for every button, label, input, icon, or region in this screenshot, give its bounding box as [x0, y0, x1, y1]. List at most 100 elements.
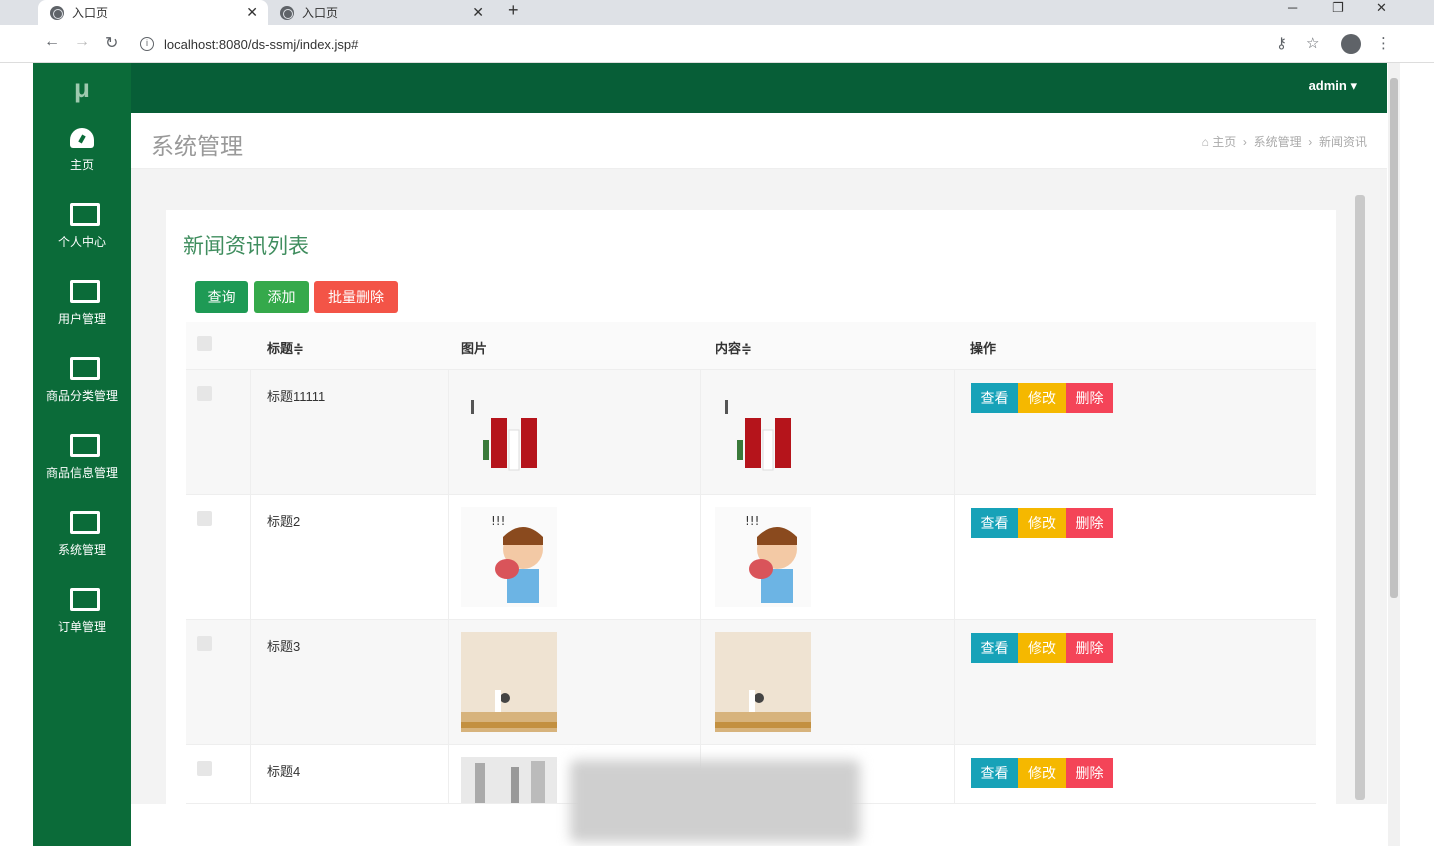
delete-button[interactable]: 删除	[1066, 508, 1113, 538]
star-icon[interactable]: ☆	[1306, 34, 1319, 52]
edit-button[interactable]: 修改	[1018, 508, 1066, 538]
delete-button[interactable]: 删除	[1066, 758, 1113, 788]
monitor-icon	[69, 510, 100, 536]
edit-button[interactable]: 修改	[1018, 758, 1066, 788]
delete-button[interactable]: 删除	[1066, 383, 1113, 413]
row-checkbox[interactable]	[197, 511, 212, 526]
add-button[interactable]: 添加	[254, 281, 309, 313]
menu-icon[interactable]: ⋮	[1376, 34, 1391, 52]
row-title: 标题2	[267, 514, 301, 529]
row-checkbox[interactable]	[197, 761, 212, 776]
monitor-icon	[69, 279, 100, 305]
view-button[interactable]: 查看	[971, 633, 1018, 663]
sidebar-item-products[interactable]: 商品信息管理	[33, 433, 131, 503]
breadcrumb-item: 新闻资讯	[1318, 135, 1367, 149]
select-all-checkbox[interactable]	[197, 336, 212, 351]
info-icon[interactable]: i	[140, 37, 154, 51]
new-tab-button[interactable]: +	[508, 0, 519, 21]
breadcrumb-item[interactable]: 系统管理	[1254, 135, 1302, 149]
breadcrumb: ⌂ 主页 › 系统管理 › 新闻资讯	[1202, 133, 1367, 150]
news-content-image-room	[715, 632, 811, 732]
browser-tab-bar: 入口页 ✕ 入口页 ✕ + ─ ❐ ✕	[0, 0, 1434, 25]
table-row: 标题2 !!! !!! 查看 修改 删除	[186, 495, 1316, 620]
address-bar-row: ← → ↻ i localhost:8080/ds-ssmj/index.jsp…	[0, 25, 1434, 63]
monitor-icon	[69, 587, 100, 613]
tab-title: 入口页	[72, 6, 109, 20]
sidebar-item-orders[interactable]: 订单管理	[33, 587, 131, 657]
row-title: 标题11111	[267, 389, 326, 404]
blurred-overlay	[570, 760, 860, 842]
table-header: 标题≑ 图片 内容≑ 操作	[186, 322, 1316, 370]
browser-tab-2[interactable]: 入口页 ✕	[268, 0, 494, 25]
key-icon[interactable]: ⚷	[1276, 34, 1287, 52]
row-title: 标题3	[267, 639, 301, 654]
back-icon[interactable]: ←	[44, 33, 60, 51]
sidebar-item-label: 个人中心	[57, 235, 106, 249]
column-header-actions: 操作	[970, 341, 997, 356]
column-header-title[interactable]: 标题≑	[267, 338, 304, 357]
page-scrollbar-thumb[interactable]	[1390, 78, 1398, 598]
close-icon[interactable]: ✕	[472, 4, 484, 21]
reload-icon[interactable]: ↻	[105, 33, 118, 53]
view-button[interactable]: 查看	[971, 758, 1018, 788]
news-image-room	[461, 632, 557, 732]
close-icon[interactable]: ✕	[246, 4, 258, 21]
news-content-image-cartoon: !!!	[715, 507, 811, 607]
sidebar-item-categories[interactable]: 商品分类管理	[33, 356, 131, 426]
restore-button[interactable]: ❐	[1332, 0, 1344, 16]
sidebar-item-label: 主页	[69, 158, 94, 172]
browser-tab-1[interactable]: 入口页 ✕	[38, 0, 268, 25]
page-header: 系统管理 ⌂ 主页 › 系统管理 › 新闻资讯	[131, 113, 1387, 169]
top-navbar: admin ▾	[131, 63, 1387, 113]
news-content-image-chairs	[715, 390, 811, 490]
edit-button[interactable]: 修改	[1018, 383, 1066, 413]
page-title: 系统管理	[151, 133, 243, 159]
svg-text:!!!: !!!	[745, 514, 759, 528]
breadcrumb-item[interactable]: 主页	[1212, 135, 1236, 149]
close-window-button[interactable]: ✕	[1376, 0, 1387, 16]
delete-button[interactable]: 删除	[1066, 633, 1113, 663]
sidebar-item-label: 商品分类管理	[45, 389, 118, 403]
view-button[interactable]: 查看	[971, 508, 1018, 538]
sidebar-item-label: 订单管理	[57, 620, 106, 634]
batch-delete-button[interactable]: 批量删除	[314, 281, 398, 313]
chevron-right-icon: ›	[1304, 135, 1316, 149]
list-title: 新闻资讯列表	[183, 235, 309, 258]
sidebar-item-profile[interactable]: 个人中心	[33, 202, 131, 272]
tab-title: 入口页	[302, 6, 339, 20]
edit-button[interactable]: 修改	[1018, 633, 1066, 663]
news-image-misc	[461, 757, 557, 803]
view-button[interactable]: 查看	[971, 383, 1018, 413]
content-scrollbar[interactable]	[1355, 195, 1365, 800]
logo: μ	[74, 73, 90, 103]
row-checkbox[interactable]	[197, 636, 212, 651]
sidebar-item-label: 商品信息管理	[45, 466, 118, 480]
globe-icon	[280, 5, 294, 20]
sidebar-item-label: 用户管理	[57, 312, 106, 326]
news-image-chairs	[461, 390, 557, 490]
globe-icon	[50, 5, 64, 20]
user-menu[interactable]: admin ▾	[1309, 78, 1357, 94]
home-icon: ⌂	[1201, 135, 1209, 149]
svg-text:!!!: !!!	[491, 514, 505, 528]
profile-icon[interactable]	[1341, 34, 1361, 54]
search-button[interactable]: 查询	[195, 281, 248, 313]
column-header-image: 图片	[461, 341, 488, 356]
forward-icon[interactable]: →	[74, 33, 90, 51]
dashboard-icon	[69, 125, 95, 151]
url-field[interactable]: i localhost:8080/ds-ssmj/index.jsp#	[140, 31, 1370, 57]
monitor-icon	[69, 433, 100, 459]
table-row: 标题3 查看 修改 删除	[186, 620, 1316, 745]
news-image-cartoon: !!!	[461, 507, 557, 607]
sidebar-item-home[interactable]: 主页	[33, 125, 131, 195]
column-header-content[interactable]: 内容≑	[715, 338, 752, 357]
chevron-right-icon: ›	[1239, 135, 1251, 149]
table-row: 标题11111 查看 修改 删除	[186, 370, 1316, 495]
row-title: 标题4	[267, 764, 301, 779]
minimize-button[interactable]: ─	[1288, 0, 1297, 15]
url-text: localhost:8080/ds-ssmj/index.jsp#	[164, 36, 359, 52]
sidebar-item-users[interactable]: 用户管理	[33, 279, 131, 349]
sidebar-item-label: 系统管理	[57, 543, 106, 557]
sidebar-item-system[interactable]: 系统管理	[33, 510, 131, 580]
row-checkbox[interactable]	[197, 386, 212, 401]
